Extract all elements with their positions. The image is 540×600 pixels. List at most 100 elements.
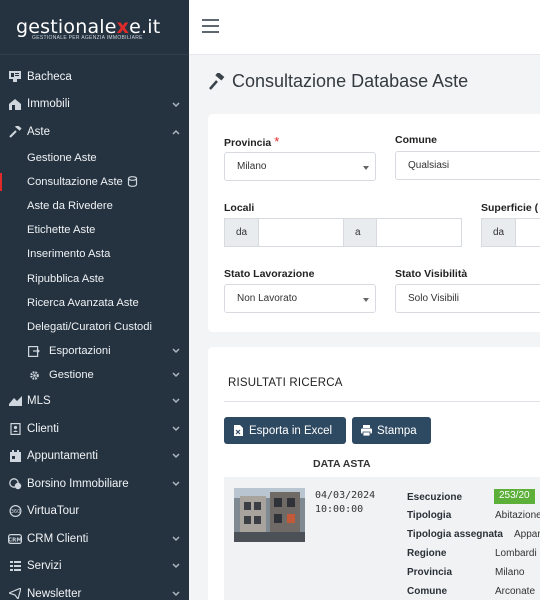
provincia-select[interactable]: Milano: [224, 152, 376, 181]
send-icon: [8, 587, 22, 600]
svg-text:CRM: CRM: [8, 537, 22, 543]
superficie-label: Superficie (: [481, 202, 539, 214]
col-header-data-asta: DATA ASTA: [313, 458, 371, 470]
sidebar-item-label: Bacheca: [27, 70, 72, 83]
comune-select[interactable]: Qualsiasi: [395, 151, 540, 180]
stato-visibilita-label: Stato Visibilità: [395, 268, 468, 280]
brand-tagline: GESTIONALE PER AGENZIA IMMOBILIARE: [32, 35, 143, 41]
sidebar-subitem-etichette-aste[interactable]: Etichette Aste: [0, 218, 189, 242]
stato-lavorazione-select[interactable]: Non Lavorato: [224, 284, 376, 313]
chevron-down-icon: [172, 348, 180, 354]
export-excel-button[interactable]: Esporta in Excel: [224, 417, 346, 444]
field-value-comune: Arconate: [495, 586, 536, 597]
locali-da-addon: da: [224, 218, 259, 247]
filter-card: Provincia * Milano Comune Qualsiasi Local…: [208, 114, 540, 332]
chevron-down-icon: [172, 398, 180, 404]
coins-icon: [8, 477, 22, 491]
locali-a-addon: a: [343, 218, 377, 247]
sidebar-item-label: Aste: [27, 125, 51, 138]
sidebar-item-virtuatour[interactable]: 360 VirtuaTour: [0, 497, 189, 525]
chevron-down-icon: [172, 591, 180, 596]
sidebar-subitem-aste-da-rivedere[interactable]: Aste da Rivedere: [0, 194, 189, 218]
divider: [224, 401, 540, 402]
stato-visibilita-select[interactable]: Solo Visibili: [395, 284, 540, 313]
sidebar-subitem-ricerca-avanzata-aste[interactable]: Ricerca Avanzata Aste: [0, 291, 189, 315]
sidebar-subitem-gestione-aste[interactable]: Gestione Aste: [0, 146, 189, 170]
results-card: RISULTATI RICERCA Esporta in Excel Stamp…: [208, 347, 540, 600]
field-label-provincia: Provincia: [407, 567, 453, 578]
property-photo[interactable]: [234, 488, 305, 542]
print-icon: [361, 425, 372, 436]
comune-label: Comune: [395, 134, 437, 146]
stato-lavorazione-label: Stato Lavorazione: [224, 268, 315, 280]
field-label-regione: Regione: [407, 548, 447, 559]
field-label-tipologia: Tipologia: [407, 510, 452, 521]
field-label-tipologia-assegnata: Tipologia assegnata: [407, 529, 503, 540]
360-icon: 360: [8, 504, 22, 518]
dashboard-icon: [8, 70, 22, 84]
building-icon: [8, 97, 22, 111]
svg-text:360: 360: [10, 509, 20, 515]
superficie-da-addon: da: [481, 218, 516, 247]
sidebar-item-borsino-immobiliare[interactable]: Borsino Immobiliare: [0, 470, 189, 498]
sidebar-item-newsletter[interactable]: Newsletter: [0, 580, 189, 600]
sidebar-item-mls[interactable]: MLS: [0, 387, 189, 415]
sidebar-subitem-delegati-curatori[interactable]: Delegati/Curatori Custodi: [0, 315, 189, 339]
sidebar-nav: Bacheca Immobili Aste Gestione Aste Cons…: [0, 55, 189, 600]
sidebar-subitem-ripubblica-aste[interactable]: Ripubblica Aste: [0, 266, 189, 290]
chevron-down-icon: [172, 481, 180, 486]
gavel-icon: [209, 72, 225, 90]
results-title: RISULTATI RICERCA: [228, 377, 343, 389]
sidebar-item-bacheca[interactable]: Bacheca: [0, 63, 189, 91]
sidebar-subitem-gestione[interactable]: Gestione: [0, 363, 189, 387]
sidebar-item-label: Immobili: [27, 98, 70, 111]
calendar-icon: [8, 449, 22, 463]
sidebar-subitem-consultazione-aste[interactable]: Consultazione Aste: [0, 170, 189, 194]
chevron-down-icon: [172, 372, 180, 378]
provincia-label: Provincia *: [224, 134, 280, 149]
field-label-comune: Comune: [407, 586, 447, 597]
locali-label: Locali: [224, 202, 255, 214]
chevron-down-icon: [172, 563, 180, 569]
sidebar-item-appuntamenti[interactable]: Appuntamenti: [0, 442, 189, 470]
building-photo-icon: [234, 488, 305, 542]
field-value-regione: Lombardi: [495, 548, 537, 559]
grid-icon: [8, 559, 22, 573]
field-value-tipologia-assegnata: Appar: [514, 529, 540, 540]
sidebar-subitem-esportazioni[interactable]: Esportazioni: [0, 339, 189, 363]
auction-date: 04/03/2024 10:00:00: [315, 490, 376, 515]
caret-down-icon: [363, 166, 369, 170]
locali-min-input[interactable]: [258, 218, 344, 247]
sidebar-item-servizi[interactable]: Servizi: [0, 552, 189, 580]
sidebar-item-immobili[interactable]: Immobili: [0, 91, 189, 119]
sidebar-item-crm-clienti[interactable]: CRM CRM Clienti: [0, 525, 189, 553]
export-icon: [27, 344, 41, 358]
sidebar-item-aste[interactable]: Aste: [0, 118, 189, 146]
chevron-up-icon: [172, 129, 180, 135]
mls-icon: [8, 394, 22, 408]
menu-toggle-icon[interactable]: [202, 19, 219, 33]
chevron-down-icon: [172, 453, 180, 459]
chevron-down-icon: [172, 426, 180, 431]
print-button[interactable]: Stampa: [352, 417, 431, 444]
field-value-tipologia: Abitazione: [495, 510, 540, 521]
database-icon: [127, 176, 137, 188]
chevron-down-icon: [172, 101, 180, 107]
crm-icon: CRM: [8, 532, 22, 546]
field-value-provincia: Milano: [495, 567, 525, 578]
gear-icon: [27, 368, 41, 382]
topbar: [189, 0, 540, 55]
sidebar: gestionalexe.it GESTIONALE PER AGENZIA I…: [0, 0, 189, 600]
status-badge: 253/20: [494, 489, 535, 504]
brand-logo[interactable]: gestionalexe.it GESTIONALE PER AGENZIA I…: [0, 0, 189, 55]
superficie-min-input[interactable]: [515, 218, 540, 247]
sidebar-item-clienti[interactable]: Clienti: [0, 415, 189, 443]
locali-max-input[interactable]: [376, 218, 462, 247]
field-label-esecuzione: Esecuzione: [407, 492, 463, 503]
chevron-down-icon: [172, 536, 180, 541]
file-excel-icon: [234, 425, 243, 436]
page-title: Consultazione Database Aste: [208, 71, 468, 92]
sidebar-subitem-inserimento-asta[interactable]: Inserimento Asta: [0, 242, 189, 266]
caret-down-icon: [363, 298, 369, 302]
address-book-icon: [8, 422, 22, 436]
